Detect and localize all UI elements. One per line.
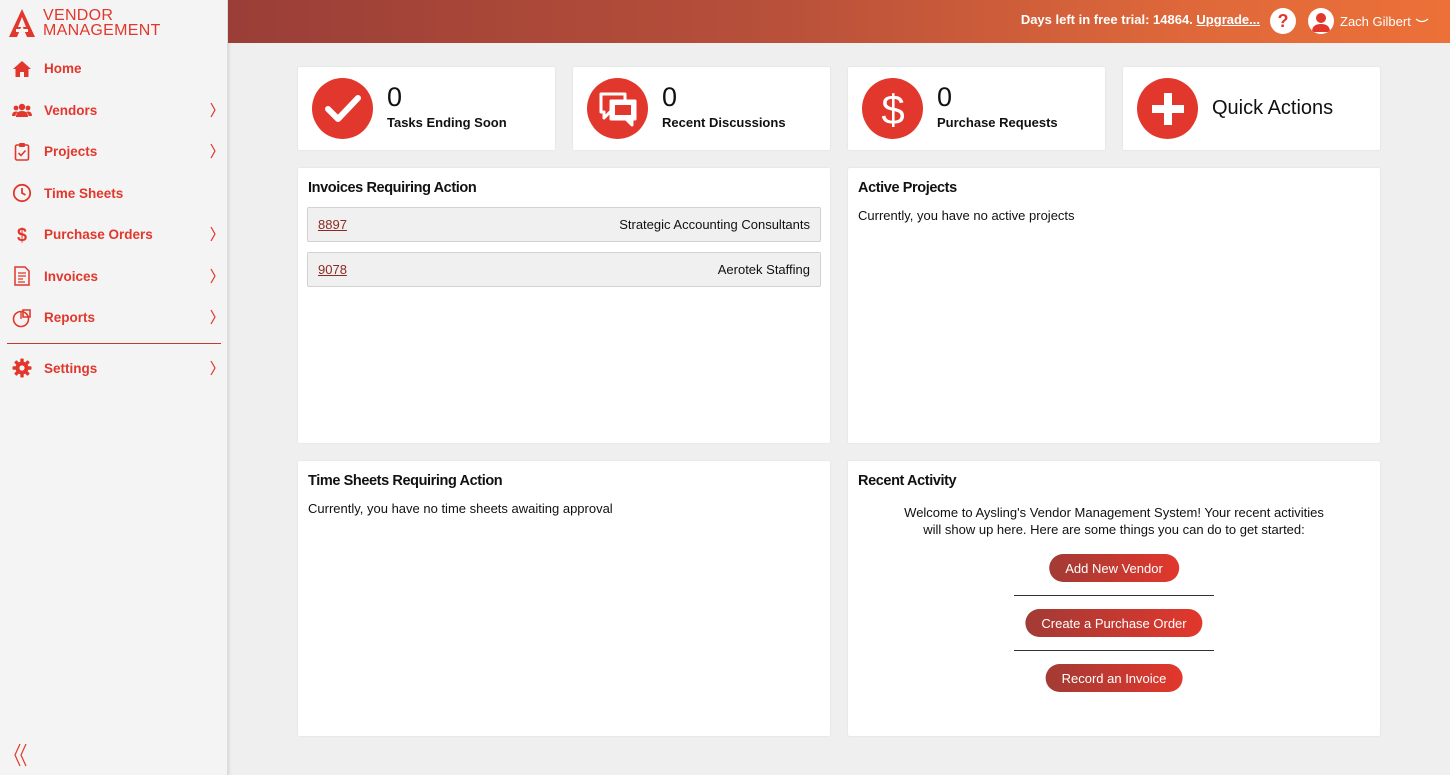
trial-text: Days left in free trial: 14864. [1020, 12, 1193, 27]
sidebar-item-reports[interactable]: Reports [0, 297, 228, 339]
tasks-label: Tasks Ending Soon [387, 115, 507, 130]
sidebar-item-home[interactable]: Home [0, 48, 228, 90]
time-sheets-empty-text: Currently, you have no time sheets await… [308, 501, 613, 516]
invoice-row[interactable]: 8897 Strategic Accounting Consultants [307, 207, 821, 242]
chevron-right-icon [210, 268, 216, 283]
record-invoice-button[interactable]: Record an Invoice [1045, 664, 1183, 692]
logo-line-2: MANAGEMENT [43, 22, 161, 39]
clock-icon [12, 183, 32, 203]
recent-activity-welcome: Welcome to Aysling's Vendor Management S… [848, 504, 1380, 538]
chevron-right-icon [210, 226, 216, 242]
divider [1014, 595, 1214, 596]
user-name: Zach Gilbert [1340, 13, 1411, 29]
sidebar-divider [7, 342, 221, 344]
plus-icon [1137, 78, 1198, 139]
invoices-panel: Invoices Requiring Action 8897 Strategic… [298, 168, 830, 443]
sidebar-item-label: Settings [44, 360, 98, 376]
users-icon [12, 100, 32, 120]
purchase-requests-card[interactable]: $ 0 Purchase Requests [848, 67, 1105, 150]
reports-icon [12, 308, 32, 328]
top-bar: Days left in free trial: 14864. Upgrade.… [228, 0, 1450, 43]
active-projects-panel: Active Projects Currently, you have no a… [848, 168, 1380, 443]
chevron-down-icon [1415, 18, 1429, 23]
invoice-row[interactable]: 9078 Aerotek Staffing [307, 252, 821, 287]
sidebar-item-settings[interactable]: Settings [0, 348, 228, 390]
checkmark-icon [312, 78, 373, 139]
vendor-management-logo[interactable]: VENDOR MANAGEMENT [8, 6, 161, 40]
recent-activity-panel: Recent Activity Welcome to Aysling's Ven… [848, 461, 1380, 736]
sidebar-item-label: Time Sheets [44, 185, 124, 201]
upgrade-link[interactable]: Upgrade... [1196, 12, 1260, 27]
dollar-icon: $ [12, 225, 32, 245]
chevron-right-icon [210, 143, 216, 159]
invoice-icon [12, 266, 32, 286]
home-icon [12, 59, 32, 79]
quick-actions-card[interactable]: Quick Actions [1123, 67, 1380, 150]
logo-icon [9, 9, 35, 37]
logo-line-1: VENDOR [43, 7, 114, 24]
sidebar-item-projects[interactable]: Projects [0, 131, 228, 173]
sidebar-item-vendors[interactable]: Vendors [0, 90, 228, 132]
invoice-vendor: Aerotek Staffing [717, 262, 810, 277]
dollar-circle-icon: $ [862, 78, 923, 139]
active-projects-title: Active Projects [858, 180, 957, 196]
chevron-right-icon [210, 309, 216, 325]
chevron-right-icon [210, 360, 216, 375]
avatar [1308, 8, 1334, 34]
invoices-panel-title: Invoices Requiring Action [308, 180, 477, 196]
help-icon[interactable]: ? [1270, 8, 1296, 34]
recent-discussions-card[interactable]: 0 Recent Discussions [573, 67, 830, 150]
add-new-vendor-button[interactable]: Add New Vendor [1049, 554, 1179, 582]
trial-notice: Days left in free trial: 14864. Upgrade.… [1021, 12, 1260, 27]
svg-text:$: $ [17, 225, 27, 245]
recent-activity-title: Recent Activity [858, 473, 957, 489]
time-sheets-panel: Time Sheets Requiring Action Currently, … [298, 461, 830, 736]
sidebar-item-label: Projects [44, 144, 98, 160]
clipboard-icon [12, 142, 32, 162]
user-icon [1312, 13, 1330, 32]
sidebar-item-label: Invoices [44, 268, 99, 284]
discussions-label: Recent Discussions [662, 115, 786, 130]
welcome-line-1: Welcome to Aysling's Vendor Management S… [904, 505, 1324, 520]
tasks-ending-soon-card[interactable]: 0 Tasks Ending Soon [298, 67, 555, 150]
tasks-count: 0 [387, 82, 403, 112]
sidebar-item-time-sheets[interactable]: Time Sheets [0, 173, 228, 215]
purchase-requests-count: 0 [937, 82, 953, 112]
invoice-id-link[interactable]: 9078 [318, 262, 347, 277]
collapse-sidebar-icon[interactable] [12, 743, 30, 767]
create-purchase-order-button[interactable]: Create a Purchase Order [1025, 609, 1203, 637]
sidebar-item-label: Purchase Orders [44, 227, 153, 243]
sidebar-item-label: Vendors [44, 102, 98, 118]
sidebar-item-invoices[interactable]: Invoices [0, 256, 228, 298]
sidebar-item-label: Home [44, 61, 82, 77]
sidebar-item-label: Reports [44, 310, 96, 326]
gear-icon [12, 358, 32, 378]
welcome-line-2: will show up here. Here are some things … [923, 522, 1305, 537]
invoice-id-link[interactable]: 8897 [318, 217, 347, 232]
discussions-count: 0 [662, 82, 678, 112]
logo-text: VENDOR MANAGEMENT [43, 7, 161, 39]
quick-actions-label: Quick Actions [1212, 97, 1334, 119]
discussion-icon [587, 78, 648, 139]
active-projects-empty-text: Currently, you have no active projects [858, 208, 1075, 223]
svg-text:$: $ [881, 87, 904, 131]
user-menu[interactable]: Zach Gilbert [1308, 8, 1429, 34]
sidebar-nav: Home Vendors Projects Time Sheets $ Purc… [0, 48, 228, 389]
time-sheets-title: Time Sheets Requiring Action [308, 473, 503, 489]
sidebar-item-purchase-orders[interactable]: $ Purchase Orders [0, 214, 228, 256]
invoice-vendor: Strategic Accounting Consultants [619, 217, 810, 232]
divider [1014, 650, 1214, 651]
sidebar: VENDOR MANAGEMENT Home Vendors Projects [0, 0, 228, 775]
purchase-requests-label: Purchase Requests [937, 115, 1058, 130]
chevron-right-icon [210, 102, 216, 117]
